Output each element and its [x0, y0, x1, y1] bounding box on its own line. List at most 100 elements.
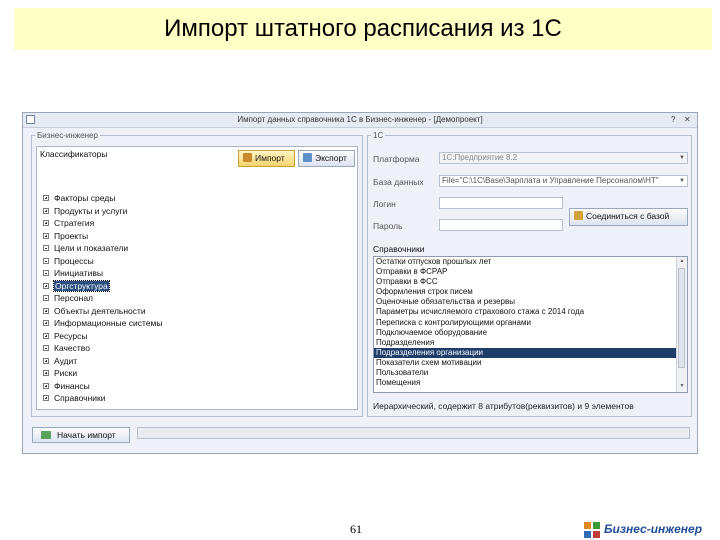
tree-item[interactable]: Информационные системы [43, 317, 162, 330]
export-button[interactable]: Экспорт [298, 150, 355, 167]
window-title: Импорт данных справочника 1С в Бизнес-ин… [237, 115, 483, 124]
collapse-icon[interactable] [43, 257, 49, 264]
logo-text: Бизнес-инженер [604, 522, 703, 536]
tree-item[interactable]: Оргструктура [43, 279, 162, 293]
tree-item[interactable]: Инициативы [43, 267, 162, 280]
tree-item-label: Финансы [54, 380, 90, 391]
list-scrollbar[interactable]: ▲ ▼ [676, 257, 687, 392]
password-input[interactable] [439, 219, 563, 231]
tree-item[interactable]: Проекты [43, 230, 162, 243]
expand-icon[interactable] [43, 207, 49, 214]
slide-title-bar: Импорт штатного расписания из 1С [14, 8, 712, 50]
import-window: Импорт данных справочника 1С в Бизнес-ин… [22, 112, 698, 454]
expand-icon[interactable] [43, 282, 49, 289]
platform-label: Платформа [373, 154, 420, 164]
chevron-down-icon: ▼ [679, 155, 685, 161]
tree-item[interactable]: Финансы [43, 380, 162, 393]
tree-item[interactable]: Персонал [43, 292, 162, 305]
import-button[interactable]: Импорт [238, 150, 295, 167]
database-select[interactable]: File="C:\1C\Base\Зарплата и Управление П… [439, 175, 688, 187]
tree-item[interactable]: Аудит [43, 355, 162, 368]
expand-icon[interactable] [43, 307, 49, 314]
collapse-icon[interactable] [43, 345, 49, 351]
scrollbar-thumb[interactable] [678, 268, 685, 368]
list-item[interactable]: Подключаемое оборудование [374, 328, 687, 338]
scroll-down-icon[interactable]: ▼ [677, 383, 687, 389]
page-number: 61 [350, 522, 362, 536]
tree-item[interactable]: Объекты деятельности [43, 305, 162, 318]
business-engineer-group-label: Бизнес-инженер [35, 131, 100, 141]
platform-select[interactable]: 1С:Предприятие 8.2 ▼ [439, 152, 688, 164]
onec-group-label: 1С [371, 131, 386, 141]
list-item[interactable]: Параметры исчисляемого страхового стажа … [374, 307, 687, 317]
expand-icon[interactable] [43, 232, 49, 239]
list-item[interactable]: Остатки отпусков прошлых лет [374, 257, 687, 267]
export-icon [303, 153, 312, 162]
expand-icon[interactable] [43, 395, 49, 401]
expand-icon[interactable] [43, 220, 49, 226]
import-button-label: Импорт [255, 153, 285, 163]
start-import-label: Начать импорт [57, 430, 116, 440]
close-icon[interactable]: ✕ [684, 113, 691, 127]
tree-item-label: Факторы среды [54, 193, 116, 203]
tree-item[interactable]: Стратегия [43, 217, 162, 230]
tree-item[interactable]: Справочники [43, 392, 162, 405]
tree-item[interactable]: Факторы среды [43, 192, 162, 205]
logo-icon [584, 522, 600, 538]
tree-item-label: Ресурсы [54, 330, 88, 341]
list-item[interactable]: Оформления строк писем [374, 287, 687, 297]
expand-icon[interactable] [43, 382, 49, 389]
expand-icon[interactable] [43, 357, 49, 364]
list-item[interactable]: Подразделения [374, 338, 687, 348]
collapse-icon[interactable] [43, 295, 49, 301]
connect-button-label: Соединиться с базой [586, 211, 670, 221]
collapse-icon[interactable] [43, 245, 49, 251]
list-item[interactable]: Отправки в ФСРАР [374, 267, 687, 277]
tree-item-label: Справочники [54, 393, 106, 403]
classifier-tree[interactable]: Классификаторы Импорт Экспорт Факторы ср… [36, 146, 358, 410]
start-import-button[interactable]: Начать импорт [32, 427, 130, 443]
list-item[interactable]: Оценочные обязательства и резервы [374, 297, 687, 307]
tree-item[interactable]: Цели и показатели [43, 242, 162, 255]
tree-item-label: Цели и показатели [54, 243, 129, 253]
expand-icon[interactable] [43, 370, 49, 376]
collapse-icon[interactable] [43, 270, 49, 276]
key-icon [574, 211, 583, 220]
expand-icon[interactable] [43, 332, 49, 339]
dictionary-status: Иерархический, содержит 8 атрибутов(рекв… [373, 401, 634, 411]
platform-value: 1С:Предприятие 8.2 [442, 153, 518, 162]
list-item[interactable]: Подразделения организации [374, 347, 687, 358]
tree-item-label: Качество [54, 343, 90, 353]
list-item[interactable]: Помещения [374, 378, 687, 388]
tree-item[interactable]: Ресурсы [43, 330, 162, 343]
password-label: Пароль [373, 221, 403, 231]
export-button-label: Экспорт [315, 153, 347, 163]
tree-item-label: Объекты деятельности [54, 305, 146, 316]
tree-item[interactable]: Процессы [43, 255, 162, 268]
tree-item[interactable]: Качество [43, 342, 162, 355]
connect-button[interactable]: Соединиться с базой [569, 208, 688, 226]
list-item[interactable]: Пользователи [374, 368, 687, 378]
dictionaries-label: Справочники [373, 244, 425, 254]
expand-icon[interactable] [43, 320, 49, 326]
help-icon[interactable]: ? [671, 113, 675, 127]
database-label: База данных [373, 177, 424, 187]
chevron-down-icon: ▼ [679, 178, 685, 184]
import-progress-bar [137, 427, 690, 439]
login-input[interactable] [439, 197, 563, 209]
tree-item[interactable]: Продукты и услуги [43, 205, 162, 218]
tree-item-label: Оргструктура [53, 279, 110, 292]
dictionaries-items: Остатки отпусков прошлых лет Отправки в Ф… [374, 257, 687, 388]
window-titlebar: Импорт данных справочника 1С в Бизнес-ин… [23, 113, 697, 128]
login-label: Логин [373, 199, 396, 209]
dictionaries-list[interactable]: Остатки отпусков прошлых лет Отправки в Ф… [373, 256, 688, 393]
tree-header: Классификаторы [40, 149, 108, 159]
list-item[interactable]: Показатели схем мотивации [374, 358, 687, 368]
list-item[interactable]: Отправки в ФСС [374, 277, 687, 287]
tree-item-label: Инициативы [54, 268, 103, 278]
scroll-up-icon[interactable]: ▲ [677, 258, 687, 264]
list-item[interactable]: Переписка с контролирующими органами [374, 318, 687, 328]
expand-icon[interactable] [43, 195, 49, 201]
tree-item-label: Риски [54, 368, 78, 378]
tree-item[interactable]: Риски [43, 367, 162, 380]
